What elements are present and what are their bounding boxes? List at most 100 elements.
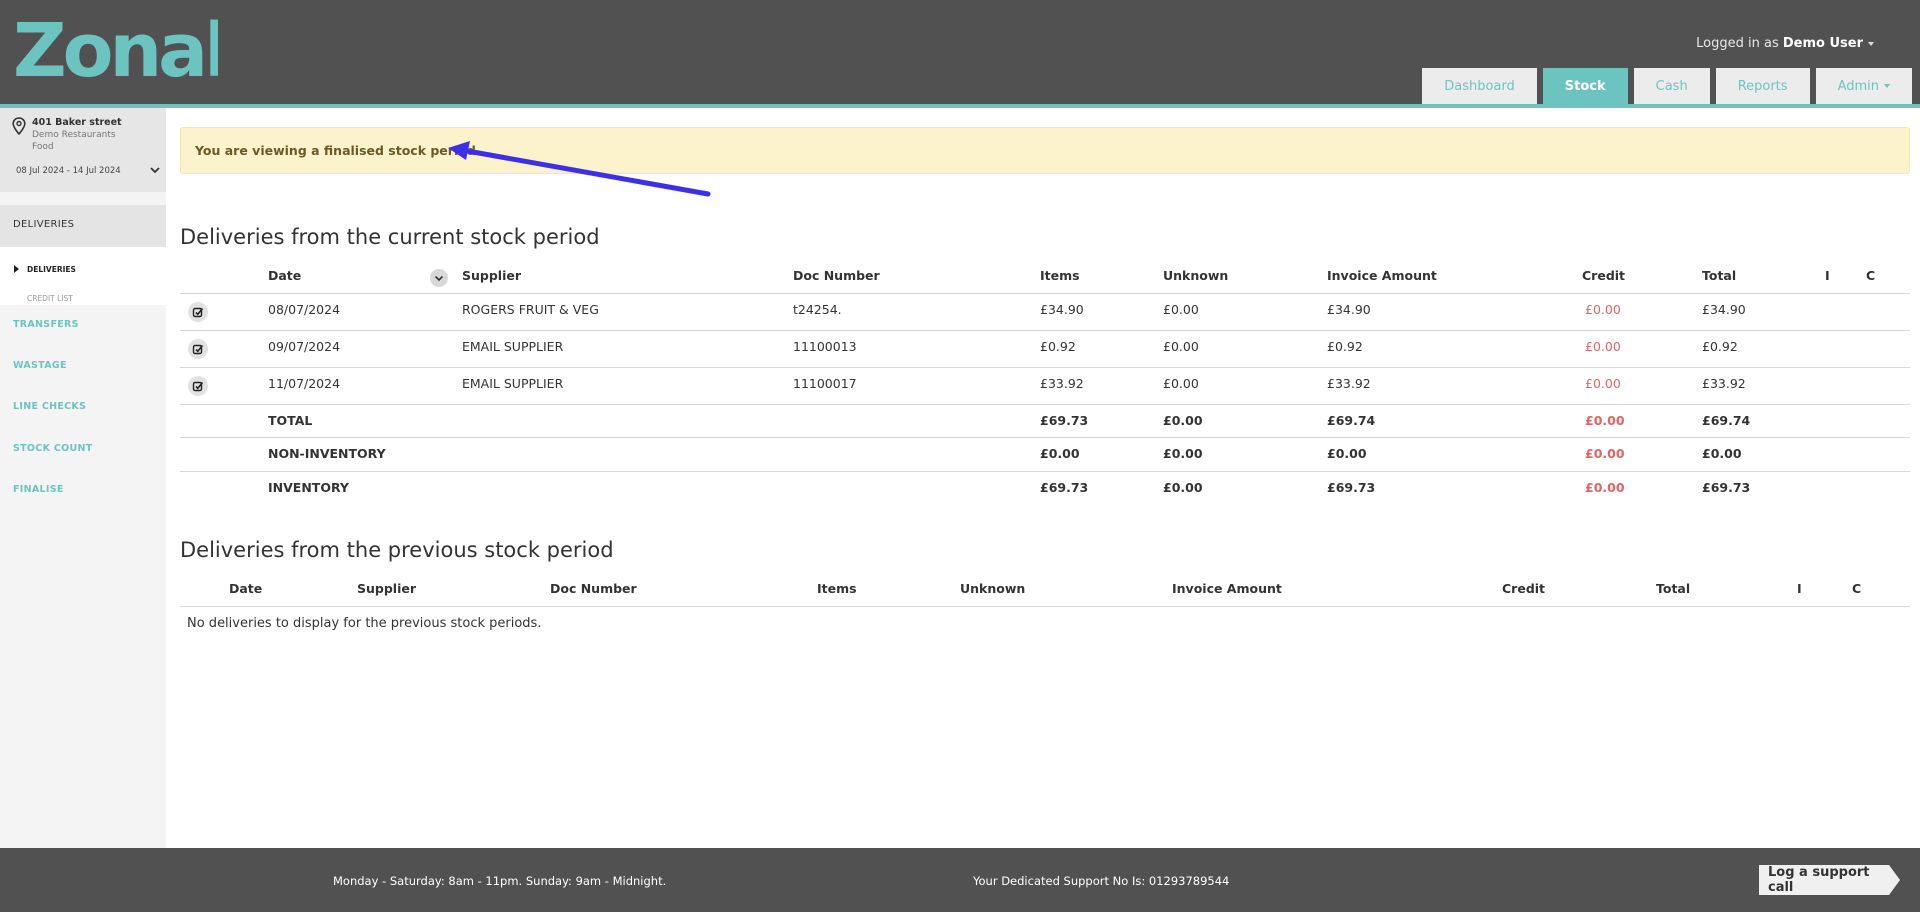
- edit-delivery-button[interactable]: [188, 302, 208, 322]
- chevron-down-icon[interactable]: [150, 167, 160, 174]
- summary-total: £0.00: [1702, 446, 1742, 461]
- sidebar-item-wastage[interactable]: WASTAGE: [13, 360, 67, 371]
- delivery-date: 11/07/2024: [268, 376, 341, 391]
- summary-label-total: TOTAL: [268, 413, 313, 428]
- sidebar-item-credit-list[interactable]: CREDIT LIST: [27, 294, 73, 303]
- summary-invoice-amount: £0.00: [1327, 446, 1367, 461]
- support-hours: Monday - Saturday: 8am - 11pm. Sunday: 9…: [333, 874, 667, 888]
- tab-label: Admin: [1837, 78, 1879, 94]
- edit-delivery-button[interactable]: [188, 376, 208, 396]
- user-name: Demo User: [1782, 36, 1863, 51]
- table-divider: [180, 404, 1910, 405]
- sidebar-item-stock-count[interactable]: STOCK COUNT: [13, 443, 93, 454]
- column-header-date[interactable]: Date: [268, 268, 301, 283]
- delivery-total: £0.92: [1702, 339, 1738, 354]
- column-header-supplier[interactable]: Supplier: [357, 581, 416, 596]
- table-divider: [180, 437, 1910, 438]
- top-bar: Zonal Logged in as Demo User Dashboard S…: [0, 0, 1920, 104]
- tab-label: Reports: [1737, 78, 1788, 94]
- column-header-unknown[interactable]: Unknown: [1163, 268, 1228, 283]
- sidebar-heading-deliveries[interactable]: DELIVERIES: [0, 205, 166, 247]
- column-header-c[interactable]: C: [1866, 268, 1875, 283]
- column-header-total[interactable]: Total: [1656, 581, 1690, 596]
- logged-in-label: Logged in as: [1696, 36, 1779, 51]
- chevron-down-icon: [1884, 84, 1890, 88]
- summary-items: £69.73: [1040, 480, 1089, 495]
- delivery-credit: £0.00: [1585, 302, 1621, 317]
- location-name: 401 Baker street: [32, 117, 122, 128]
- delivery-invoice-amount: £0.92: [1327, 339, 1363, 354]
- sidebar-item-deliveries[interactable]: DELIVERIES: [27, 265, 76, 274]
- tab-dashboard[interactable]: Dashboard: [1422, 68, 1537, 104]
- table-divider: [180, 293, 1910, 294]
- summary-total: £69.74: [1702, 413, 1751, 428]
- delivery-total: £34.90: [1702, 302, 1746, 317]
- current-period-title: Deliveries from the current stock period: [180, 225, 600, 249]
- column-header-c[interactable]: C: [1852, 581, 1861, 596]
- delivery-items: £33.92: [1040, 376, 1084, 391]
- table-divider: [180, 471, 1910, 472]
- summary-unknown: £0.00: [1163, 413, 1203, 428]
- map-pin-icon: [12, 117, 26, 135]
- tab-reports[interactable]: Reports: [1715, 68, 1810, 104]
- category-name: Food: [32, 142, 54, 152]
- delivery-doc-number: 11100013: [793, 339, 857, 354]
- column-header-credit[interactable]: Credit: [1502, 581, 1545, 596]
- table-divider: [180, 606, 1910, 607]
- delivery-total: £33.92: [1702, 376, 1746, 391]
- sidebar-submenu: DELIVERIES CREDIT LIST: [0, 247, 166, 305]
- sidebar-item-transfers[interactable]: TRANSFERS: [13, 319, 79, 330]
- column-header-supplier[interactable]: Supplier: [462, 268, 521, 283]
- column-header-credit[interactable]: Credit: [1582, 268, 1625, 283]
- edit-delivery-button[interactable]: [188, 339, 208, 359]
- delivery-date: 09/07/2024: [268, 339, 341, 354]
- footer: Monday - Saturday: 8am - 11pm. Sunday: 9…: [0, 848, 1920, 912]
- summary-invoice-amount: £69.74: [1327, 413, 1376, 428]
- delivery-supplier: ROGERS FRUIT & VEG: [462, 302, 599, 317]
- chevron-down-icon: [434, 275, 444, 282]
- column-header-items[interactable]: Items: [817, 581, 857, 596]
- tab-label: Dashboard: [1444, 78, 1515, 94]
- column-header-invoice-amount[interactable]: Invoice Amount: [1327, 268, 1437, 283]
- summary-credit: £0.00: [1585, 413, 1625, 428]
- delivery-invoice-amount: £34.90: [1327, 302, 1371, 317]
- edit-check-icon: [192, 344, 204, 355]
- tab-stock[interactable]: Stock: [1542, 68, 1628, 104]
- column-header-items[interactable]: Items: [1040, 268, 1080, 283]
- summary-unknown: £0.00: [1163, 480, 1203, 495]
- table-divider: [180, 367, 1910, 368]
- log-support-call-button[interactable]: Log a support call: [1759, 865, 1900, 895]
- delivery-supplier: EMAIL SUPPLIER: [462, 376, 564, 391]
- stock-period: 08 Jul 2024 - 14 Jul 2024: [16, 166, 121, 176]
- alert-text: You are viewing a finalised stock period: [195, 143, 476, 158]
- delivery-unknown: £0.00: [1163, 339, 1199, 354]
- summary-unknown: £0.00: [1163, 446, 1203, 461]
- summary-label-inventory: INVENTORY: [268, 480, 349, 495]
- column-header-i[interactable]: I: [1797, 581, 1802, 596]
- column-header-total[interactable]: Total: [1702, 268, 1736, 283]
- tab-admin[interactable]: Admin: [1815, 68, 1912, 104]
- column-header-doc-number[interactable]: Doc Number: [550, 581, 637, 596]
- column-header-invoice-amount[interactable]: Invoice Amount: [1172, 581, 1282, 596]
- location-selector[interactable]: 401 Baker street Demo Restaurants Food 0…: [0, 108, 166, 192]
- sort-toggle[interactable]: [430, 269, 448, 287]
- tab-label: Stock: [1564, 78, 1606, 94]
- column-header-unknown[interactable]: Unknown: [960, 581, 1025, 596]
- column-header-date[interactable]: Date: [229, 581, 262, 596]
- edit-check-icon: [192, 381, 204, 392]
- delivery-invoice-amount: £33.92: [1327, 376, 1371, 391]
- user-menu[interactable]: Logged in as Demo User: [1696, 36, 1874, 51]
- summary-total: £69.73: [1702, 480, 1751, 495]
- previous-period-title: Deliveries from the previous stock perio…: [180, 538, 614, 562]
- header-accent-line: [0, 104, 1920, 108]
- sidebar-item-line-checks[interactable]: LINE CHECKS: [13, 401, 86, 412]
- tab-cash[interactable]: Cash: [1633, 68, 1710, 104]
- sidebar-item-finalise[interactable]: FINALISE: [13, 484, 64, 495]
- delivery-unknown: £0.00: [1163, 302, 1199, 317]
- summary-credit: £0.00: [1585, 480, 1625, 495]
- column-header-i[interactable]: I: [1825, 268, 1830, 283]
- caret-right-icon: [14, 265, 19, 273]
- summary-credit: £0.00: [1585, 446, 1625, 461]
- zonal-logo[interactable]: Zonal: [13, 16, 218, 84]
- column-header-doc-number[interactable]: Doc Number: [793, 268, 880, 283]
